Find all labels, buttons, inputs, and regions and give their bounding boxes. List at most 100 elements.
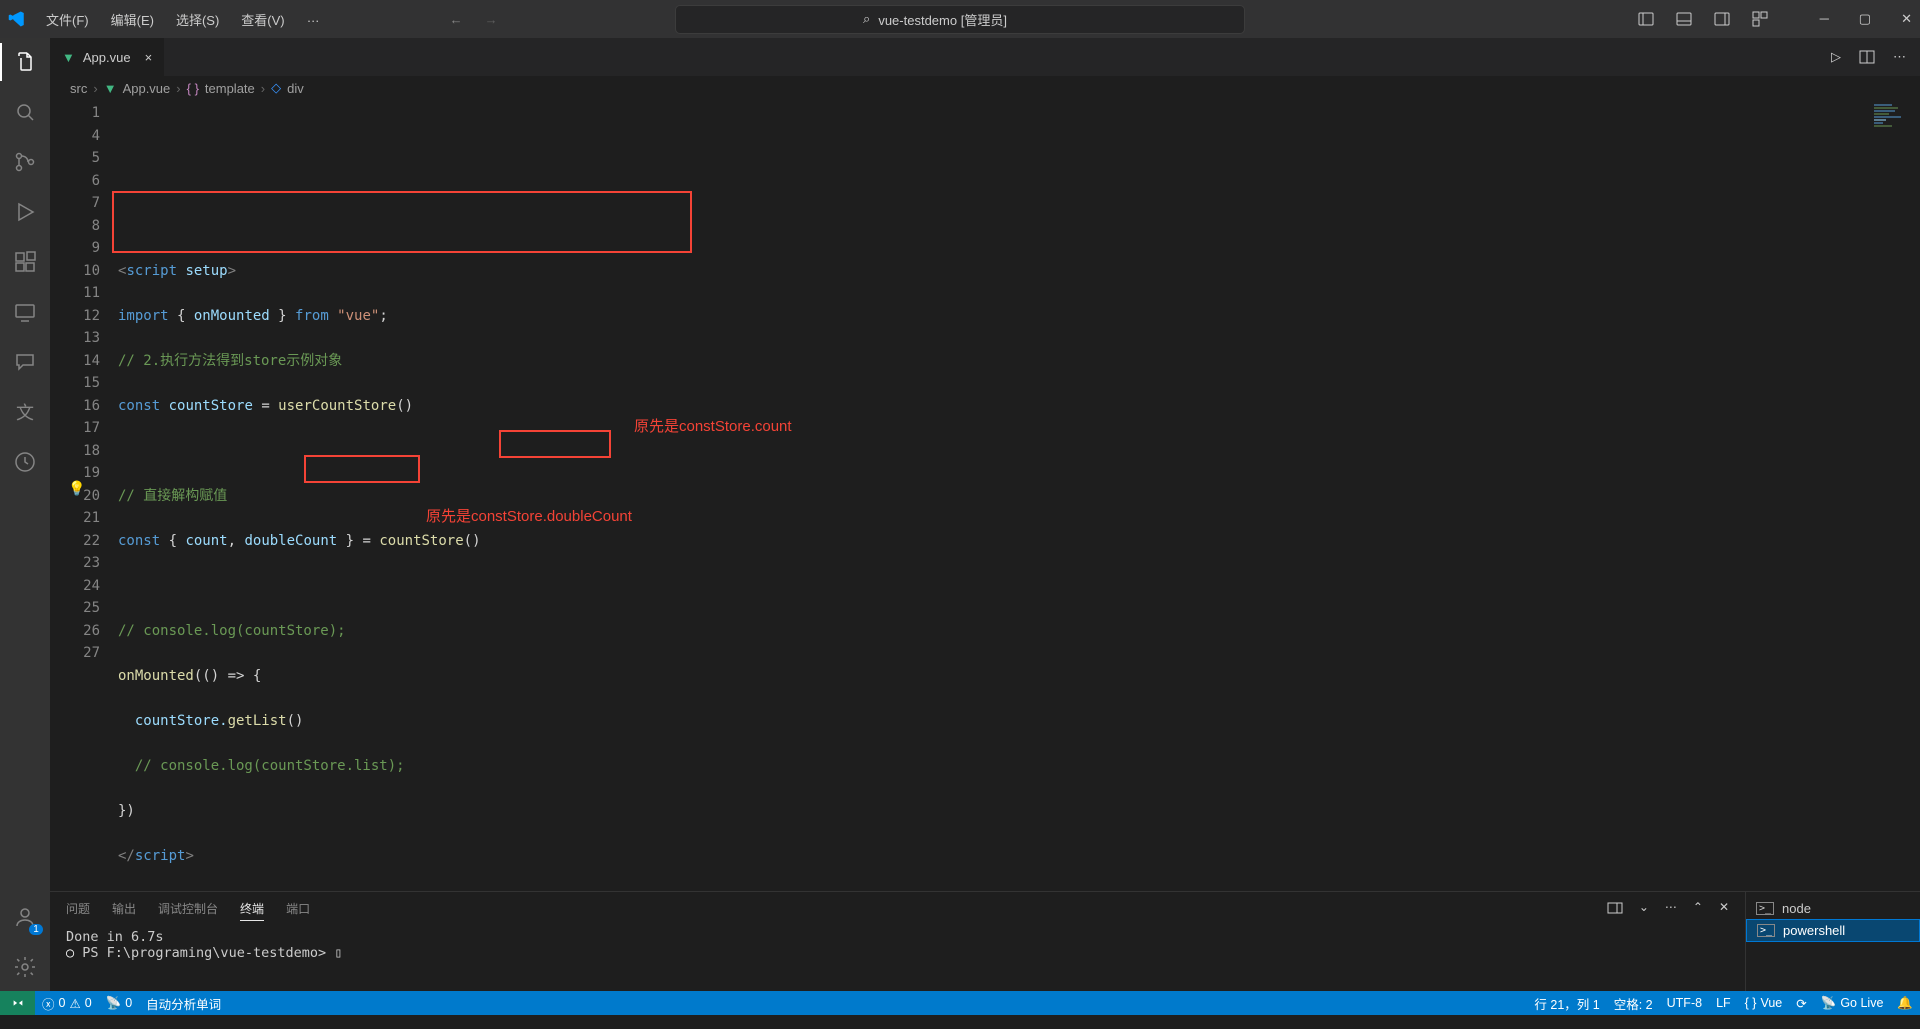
panel-close-icon[interactable]: ✕ bbox=[1719, 900, 1729, 921]
run-file-icon[interactable]: ▷ bbox=[1831, 49, 1841, 65]
command-center-text: vue-testdemo [管理员] bbox=[878, 10, 1007, 29]
status-golive[interactable]: 📡Go Live bbox=[1814, 994, 1891, 1013]
editor[interactable]: 1456789101112131415161718192021222324252… bbox=[50, 100, 1920, 891]
prettier-icon: ⟳ bbox=[1796, 996, 1806, 1011]
terminal-node[interactable]: >_node bbox=[1746, 898, 1920, 919]
new-terminal-icon[interactable] bbox=[1607, 900, 1623, 921]
tab-filename: App.vue bbox=[83, 50, 131, 65]
bottom-panel: 问题 输出 调试控制台 终端 端口 ⌄ ⋯ ⌃ ✕ Done in 6.7s bbox=[50, 891, 1920, 991]
lightbulb-icon[interactable]: 💡 bbox=[68, 478, 85, 501]
nav-forward-icon[interactable]: → bbox=[485, 12, 498, 27]
more-actions-icon[interactable]: ⋯ bbox=[1893, 49, 1906, 65]
tab-close-icon[interactable]: × bbox=[145, 50, 153, 65]
account-icon[interactable]: 1 bbox=[11, 903, 39, 931]
terminal-content[interactable]: Done in 6.7s ○ PS F:\programing\vue-test… bbox=[50, 929, 1745, 961]
run-debug-icon[interactable] bbox=[11, 198, 39, 226]
annotation-text: 原先是constStore.count bbox=[634, 416, 792, 439]
annotation-box bbox=[112, 191, 692, 253]
tab-problems[interactable]: 问题 bbox=[66, 900, 90, 921]
terminal-line: Done in 6.7s bbox=[66, 929, 1729, 945]
window-maximize-icon[interactable]: ▢ bbox=[1859, 11, 1871, 27]
status-position[interactable]: 行 21，列 1 bbox=[1527, 994, 1606, 1013]
status-eol[interactable]: LF bbox=[1709, 994, 1738, 1013]
terminal-shell-icon: >_ bbox=[1756, 902, 1774, 915]
activity-bar: 文 1 bbox=[0, 38, 50, 991]
comments-panel-icon[interactable] bbox=[11, 348, 39, 376]
breadcrumb[interactable]: src › ▼ App.vue › { } template › ◇ div bbox=[50, 76, 1920, 100]
explorer-icon[interactable] bbox=[11, 48, 39, 76]
terminal-dropdown-icon[interactable]: ⌄ bbox=[1639, 900, 1649, 921]
settings-gear-icon[interactable] bbox=[11, 953, 39, 981]
vscode-logo-icon bbox=[8, 10, 26, 28]
radio-icon: 📡 bbox=[106, 996, 122, 1011]
bc-template[interactable]: template bbox=[205, 81, 255, 96]
status-prettier[interactable]: ⟳ bbox=[1789, 994, 1813, 1013]
annotation-text: 原先是constStore.doubleCount bbox=[426, 506, 632, 529]
nav-back-icon[interactable]: ← bbox=[450, 12, 463, 27]
tab-ports[interactable]: 端口 bbox=[286, 900, 310, 921]
menu-view[interactable]: 查看(V) bbox=[231, 6, 294, 33]
menu-more[interactable]: … bbox=[297, 6, 330, 33]
search-panel-icon[interactable] bbox=[11, 98, 39, 126]
vue-file-icon: ▼ bbox=[104, 81, 117, 96]
element-icon: ◇ bbox=[271, 80, 281, 96]
tab-app-vue[interactable]: ▼ App.vue × bbox=[50, 38, 165, 76]
bc-div[interactable]: div bbox=[287, 81, 304, 96]
window-close-icon[interactable]: ✕ bbox=[1901, 11, 1912, 27]
braces-icon: { } bbox=[1745, 996, 1757, 1010]
broadcast-icon: 📡 bbox=[1821, 996, 1837, 1011]
source-control-icon[interactable] bbox=[11, 148, 39, 176]
braces-icon: { } bbox=[187, 81, 199, 96]
bc-src[interactable]: src bbox=[70, 81, 87, 96]
menu-select[interactable]: 选择(S) bbox=[166, 6, 229, 33]
lang-icon[interactable]: 文 bbox=[11, 398, 39, 426]
titlebar: 文件(F) 编辑(E) 选择(S) 查看(V) … ← → ⌕ vue-test… bbox=[0, 0, 1920, 38]
terminal-powershell[interactable]: >_powershell bbox=[1746, 919, 1920, 942]
status-analyze[interactable]: 自动分析单词 bbox=[139, 994, 228, 1013]
terminal-prompt: ○ PS F:\programing\vue-testdemo> ▯ bbox=[66, 945, 1729, 961]
search-icon: ⌕ bbox=[863, 11, 870, 27]
vue-file-icon: ▼ bbox=[62, 50, 75, 65]
status-errors[interactable]: ⓧ0⚠0 bbox=[35, 994, 99, 1013]
layout-bottom-icon[interactable] bbox=[1676, 11, 1692, 27]
chevron-right-icon: › bbox=[261, 81, 265, 96]
tab-bar: ▼ App.vue × ▷ ⋯ bbox=[50, 38, 1920, 76]
menu-edit[interactable]: 编辑(E) bbox=[101, 6, 164, 33]
terminal-list: >_node >_powershell bbox=[1745, 892, 1920, 991]
status-language[interactable]: { }Vue bbox=[1738, 994, 1790, 1013]
status-encoding[interactable]: UTF-8 bbox=[1660, 994, 1709, 1013]
tab-terminal[interactable]: 终端 bbox=[240, 900, 264, 921]
panel-tabs: 问题 输出 调试控制台 终端 端口 ⌄ ⋯ ⌃ ✕ bbox=[50, 892, 1745, 929]
warning-icon: ⚠ bbox=[69, 996, 80, 1011]
extensions-icon[interactable] bbox=[11, 248, 39, 276]
status-bar: ⓧ0⚠0 📡0 自动分析单词 行 21，列 1 空格: 2 UTF-8 LF {… bbox=[0, 991, 1920, 1015]
window-minimize-icon[interactable]: ─ bbox=[1820, 11, 1829, 27]
status-port[interactable]: 📡0 bbox=[99, 996, 140, 1011]
code-content[interactable]: 原先是constStore.count 原先是constStore.double… bbox=[118, 100, 658, 891]
command-center[interactable]: ⌕ vue-testdemo [管理员] bbox=[675, 5, 1245, 34]
remote-explorer-icon[interactable] bbox=[11, 298, 39, 326]
remote-indicator[interactable] bbox=[0, 991, 35, 1015]
tab-output[interactable]: 输出 bbox=[112, 900, 136, 921]
status-spaces[interactable]: 空格: 2 bbox=[1607, 994, 1660, 1013]
account-badge: 1 bbox=[29, 924, 43, 935]
layout-right-icon[interactable] bbox=[1714, 11, 1730, 27]
chevron-right-icon: › bbox=[93, 81, 97, 96]
layout-left-icon[interactable] bbox=[1638, 11, 1654, 27]
panel-more-icon[interactable]: ⋯ bbox=[1665, 900, 1677, 921]
minimap[interactable] bbox=[1874, 104, 1904, 154]
menu-file[interactable]: 文件(F) bbox=[36, 6, 99, 33]
terminal-shell-icon: >_ bbox=[1757, 924, 1775, 937]
menu-bar: 文件(F) 编辑(E) 选择(S) 查看(V) … bbox=[36, 6, 330, 33]
layout-customize-icon[interactable] bbox=[1752, 11, 1768, 27]
bc-file[interactable]: App.vue bbox=[123, 81, 171, 96]
error-icon: ⓧ bbox=[42, 994, 55, 1013]
chevron-right-icon: › bbox=[176, 81, 180, 96]
annotation-box bbox=[499, 430, 611, 458]
tab-debug-console[interactable]: 调试控制台 bbox=[158, 900, 218, 921]
timeline-icon[interactable] bbox=[11, 448, 39, 476]
split-editor-icon[interactable] bbox=[1859, 49, 1875, 65]
status-notifications-icon[interactable]: 🔔 bbox=[1890, 994, 1920, 1013]
panel-maximize-icon[interactable]: ⌃ bbox=[1693, 900, 1703, 921]
nav-history: ← → bbox=[450, 12, 498, 27]
